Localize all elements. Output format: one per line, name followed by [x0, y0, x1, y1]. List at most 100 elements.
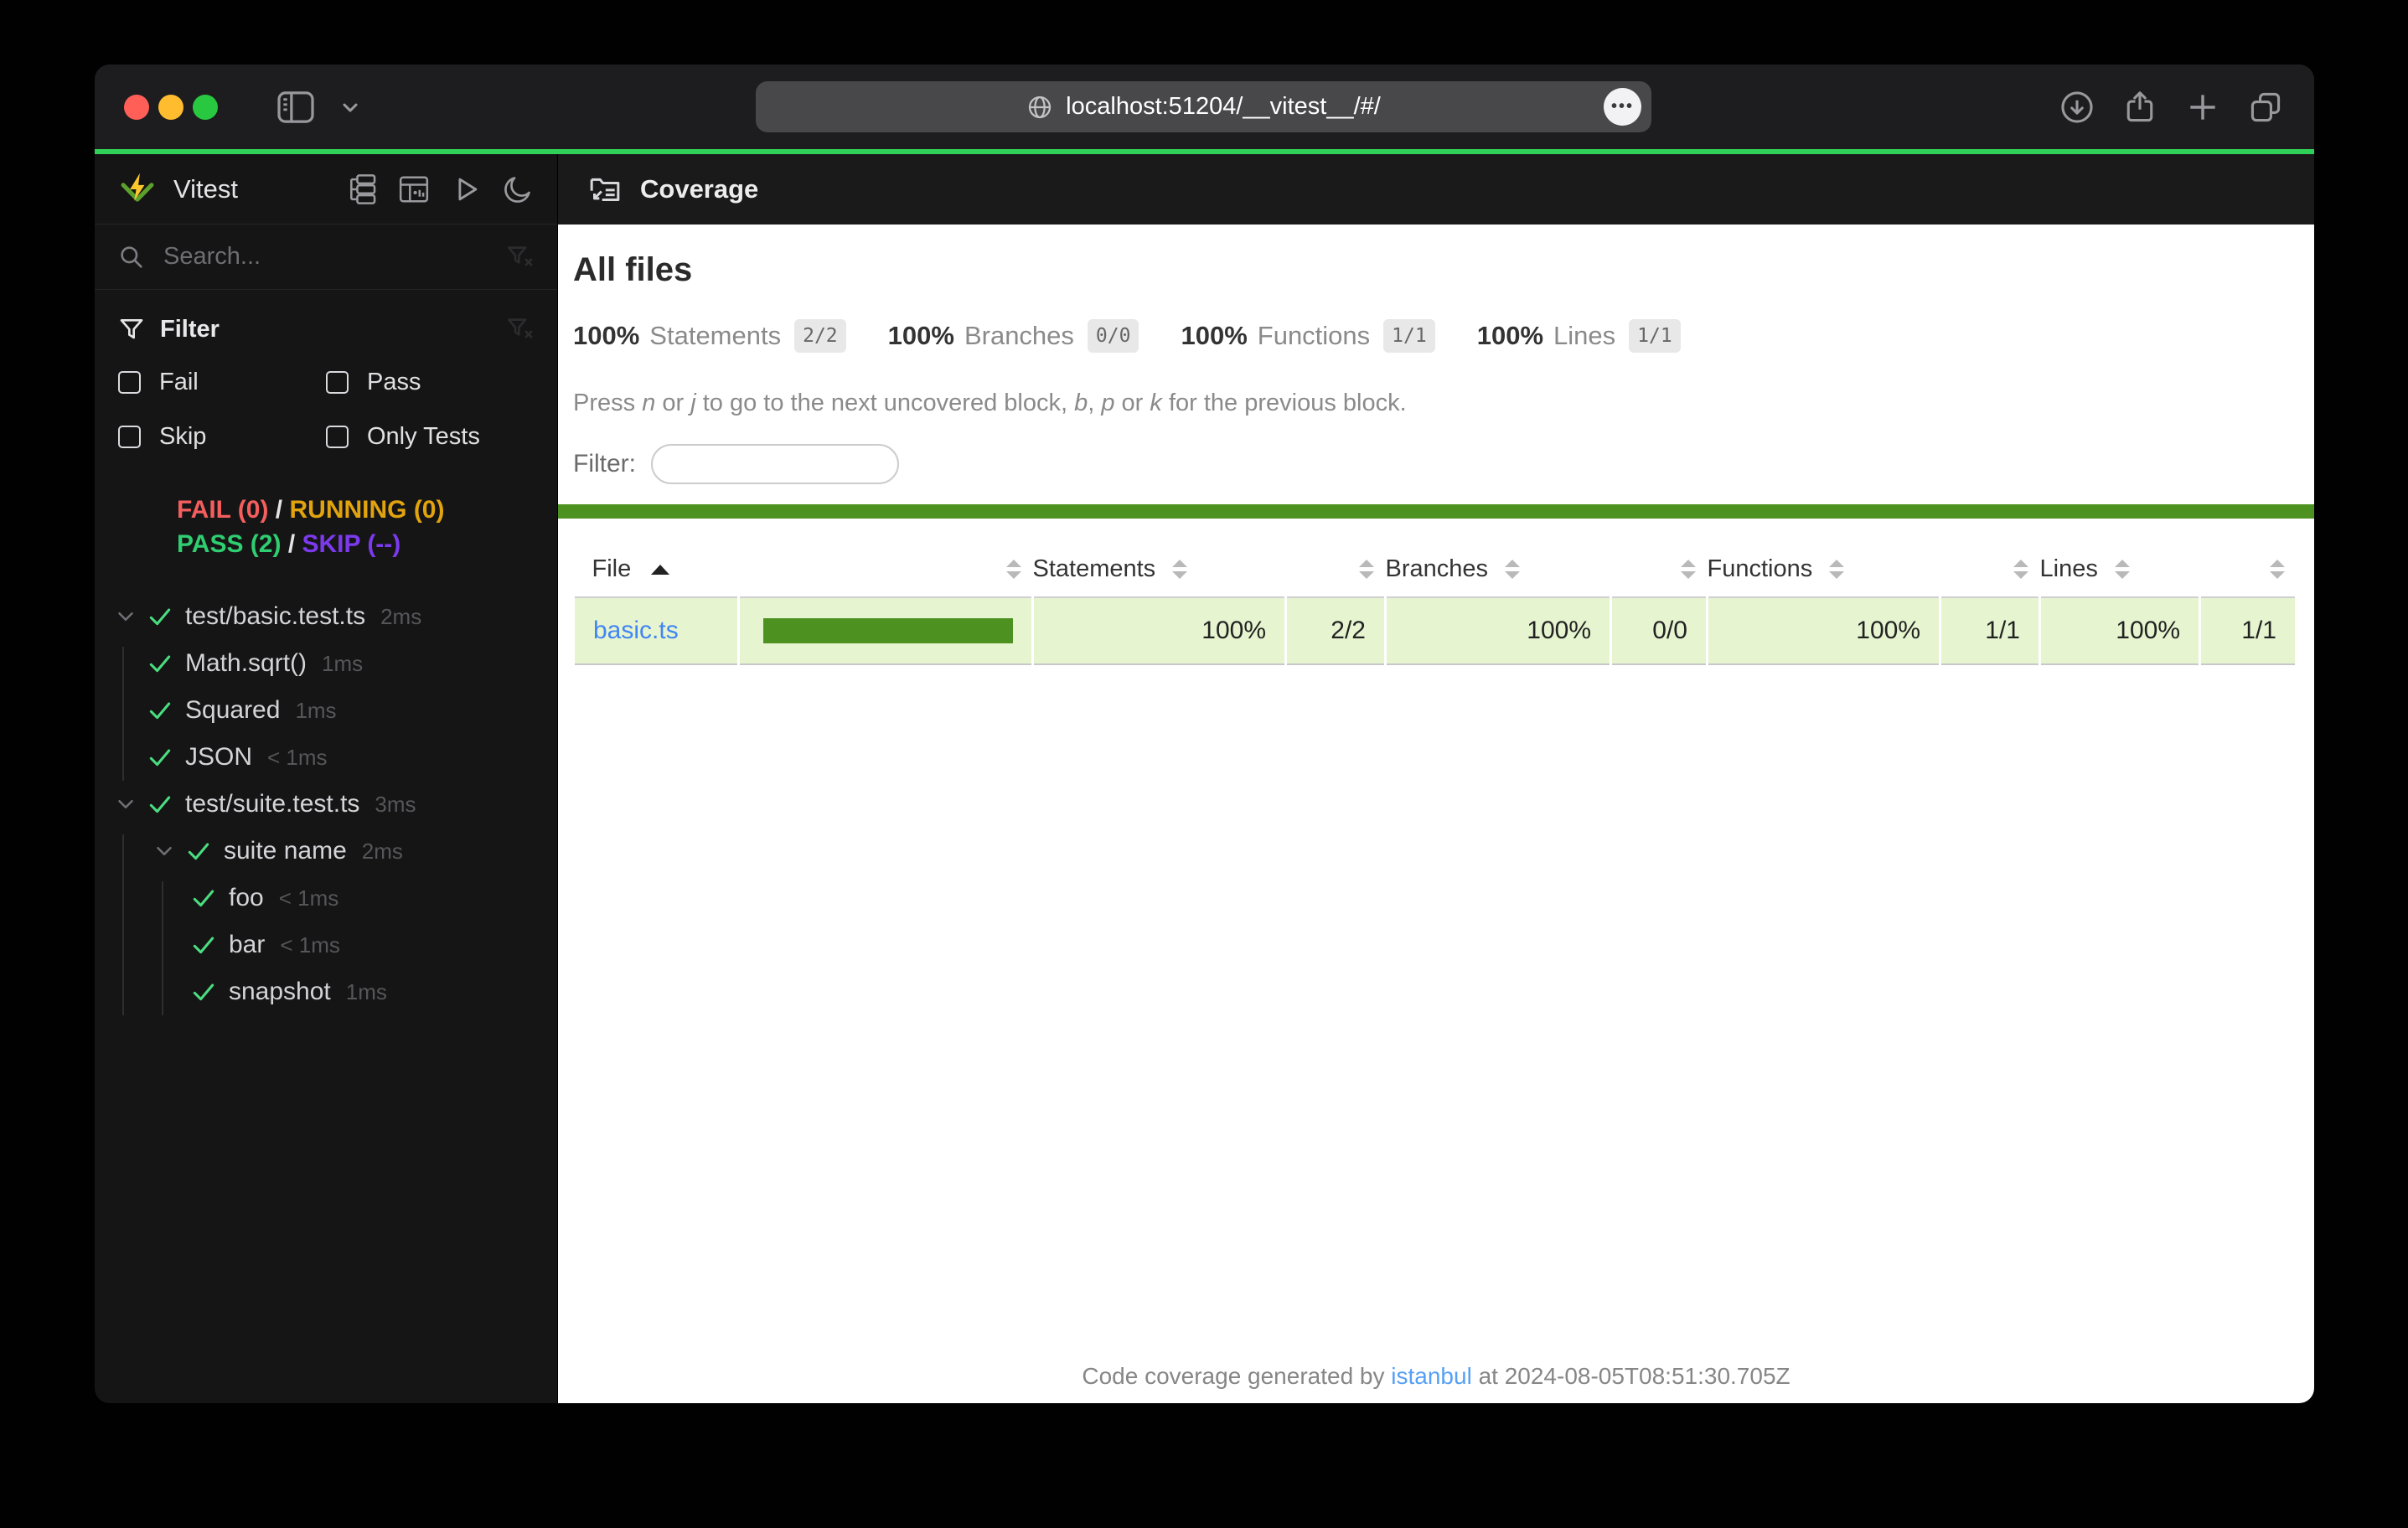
- tree-item-test[interactable]: Squared 1ms: [95, 687, 557, 734]
- sort-icon: [1680, 560, 1696, 579]
- summary-label: Lines: [1553, 321, 1616, 350]
- sort-icon: [2013, 560, 2028, 579]
- tree-item-suite[interactable]: suite name 2ms: [95, 828, 557, 875]
- address-bar[interactable]: localhost:51204/__vitest__/#/ •••: [756, 81, 1651, 132]
- new-tab-button[interactable]: [2184, 89, 2221, 126]
- column-header-branches[interactable]: Branches: [1385, 544, 1611, 598]
- coverage-panel: Coverage All files 100% Statements 2/2 1…: [558, 154, 2314, 1403]
- tree-item-test[interactable]: JSON < 1ms: [95, 734, 557, 781]
- sort-asc-icon: [651, 564, 670, 575]
- tree-item-test[interactable]: bar < 1ms: [95, 921, 557, 968]
- column-header-statements[interactable]: Statements: [1032, 544, 1286, 598]
- summary-fraction: 2/2: [794, 319, 846, 353]
- sort-icon: [1005, 560, 1021, 579]
- toolbar-actions: [2059, 89, 2284, 126]
- tree-item-time: 2ms: [361, 838, 403, 864]
- share-button[interactable]: [2121, 89, 2158, 126]
- branches-raw-cell: 0/0: [1610, 597, 1708, 665]
- file-link[interactable]: basic.ts: [593, 617, 679, 644]
- tree-item-test[interactable]: snapshot 1ms: [95, 968, 557, 1015]
- sidebar-toggle-icon[interactable]: [276, 90, 315, 124]
- clear-filter-icon[interactable]: [505, 315, 534, 343]
- minimize-window-button[interactable]: [158, 94, 183, 120]
- keyboard-hint: Press n or j to go to the next uncovered…: [573, 390, 1407, 416]
- check-icon: [147, 744, 180, 771]
- skip-count: SKIP (--): [302, 530, 401, 558]
- tree-view-icon[interactable]: [346, 173, 378, 205]
- sort-icon: [1358, 560, 1374, 579]
- coverage-report-icon: [588, 173, 622, 206]
- check-icon: [190, 932, 224, 958]
- coverage-footer: Code coverage generated by istanbul at 2…: [558, 1363, 2314, 1403]
- check-icon: [190, 978, 224, 1005]
- coverage-bar-cell: [737, 597, 1034, 665]
- page-settings-button[interactable]: •••: [1604, 88, 1641, 126]
- functions-raw-cell: 1/1: [1939, 597, 2041, 665]
- tree-item-file[interactable]: test/suite.test.ts 3ms: [95, 781, 557, 828]
- summary-branches: 100% Branches 0/0: [888, 319, 1139, 353]
- vitest-logo-icon: [118, 171, 157, 208]
- search-icon: [118, 244, 145, 271]
- summary-statements: 100% Statements 2/2: [573, 319, 846, 353]
- coverage-bar: [763, 618, 1013, 643]
- summary-lines: 100% Lines 1/1: [1477, 319, 1681, 353]
- pass-checkbox[interactable]: Pass: [326, 369, 534, 396]
- coverage-filter-input[interactable]: [651, 444, 899, 484]
- tree-item-test[interactable]: foo < 1ms: [95, 875, 557, 921]
- tree-item-time: < 1ms: [267, 744, 328, 770]
- tree-item-time: 3ms: [375, 791, 416, 817]
- status-separator: /: [287, 530, 296, 558]
- summary-pct: 100%: [1476, 321, 1544, 350]
- dark-mode-icon[interactable]: [502, 173, 534, 205]
- tree-item-test[interactable]: Math.sqrt() 1ms: [95, 640, 557, 687]
- tree-item-time: 1ms: [322, 650, 364, 676]
- check-icon: [147, 603, 180, 630]
- checkbox-box: [118, 371, 141, 394]
- browser-window: localhost:51204/__vitest__/#/ ••• Vitest…: [95, 65, 2314, 1403]
- status-separator: /: [275, 496, 283, 524]
- checkbox-box: [326, 426, 349, 448]
- tree-item-file[interactable]: test/basic.test.ts 2ms: [95, 593, 557, 640]
- summary-label: Functions: [1257, 321, 1371, 350]
- tree-item-label: snapshot: [229, 978, 331, 1005]
- check-icon: [147, 650, 180, 677]
- chevron-down-icon[interactable]: [113, 792, 147, 817]
- fail-checkbox[interactable]: Fail: [118, 369, 326, 396]
- column-header-lines[interactable]: Lines: [2039, 544, 2200, 598]
- tab-overview-button[interactable]: [2247, 89, 2284, 126]
- column-header-bar[interactable]: [738, 544, 1033, 598]
- tree-item-label: bar: [229, 931, 266, 958]
- column-header-statements-raw[interactable]: [1285, 544, 1386, 598]
- skip-checkbox[interactable]: Skip: [118, 423, 326, 451]
- istanbul-link[interactable]: istanbul: [1391, 1363, 1472, 1389]
- close-window-button[interactable]: [124, 94, 149, 120]
- vitest-sidebar: Vitest Search... Filter Fail Pass Skip O…: [95, 154, 558, 1403]
- only-tests-checkbox[interactable]: Only Tests: [326, 423, 534, 451]
- tree-item-time: 1ms: [295, 697, 337, 723]
- fail-checkbox-label: Fail: [159, 369, 199, 395]
- running-count: RUNNING (0): [289, 496, 445, 524]
- column-header-branches-raw[interactable]: [1610, 544, 1708, 598]
- coverage-filter-label: Filter:: [573, 450, 636, 478]
- search-input[interactable]: [163, 243, 505, 271]
- chevron-down-icon[interactable]: [338, 96, 362, 119]
- tree-item-time: < 1ms: [280, 932, 340, 958]
- chevron-down-icon[interactable]: [152, 839, 185, 864]
- downloads-button[interactable]: [2059, 89, 2095, 126]
- dashboard-icon[interactable]: [398, 173, 430, 205]
- clear-search-filter-icon[interactable]: [505, 243, 534, 271]
- filter-icon: [118, 316, 145, 343]
- column-header-functions[interactable]: Functions: [1707, 544, 1940, 598]
- table-row: basic.ts 100% 2/2 100% 0/0 100% 1/1 100%…: [572, 597, 2297, 665]
- footer-text: Code coverage generated by: [1082, 1363, 1392, 1389]
- column-header-file[interactable]: File: [573, 544, 739, 598]
- column-header-lines-raw[interactable]: [2199, 544, 2297, 598]
- tree-item-label: foo: [229, 884, 264, 911]
- only-tests-checkbox-label: Only Tests: [367, 423, 480, 450]
- tree-item-label: test/basic.test.ts: [185, 602, 366, 630]
- column-header-functions-raw[interactable]: [1940, 544, 2040, 598]
- run-all-icon[interactable]: [450, 173, 482, 205]
- chevron-down-icon[interactable]: [113, 604, 147, 629]
- app-title: Vitest: [173, 173, 238, 204]
- zoom-window-button[interactable]: [193, 94, 218, 120]
